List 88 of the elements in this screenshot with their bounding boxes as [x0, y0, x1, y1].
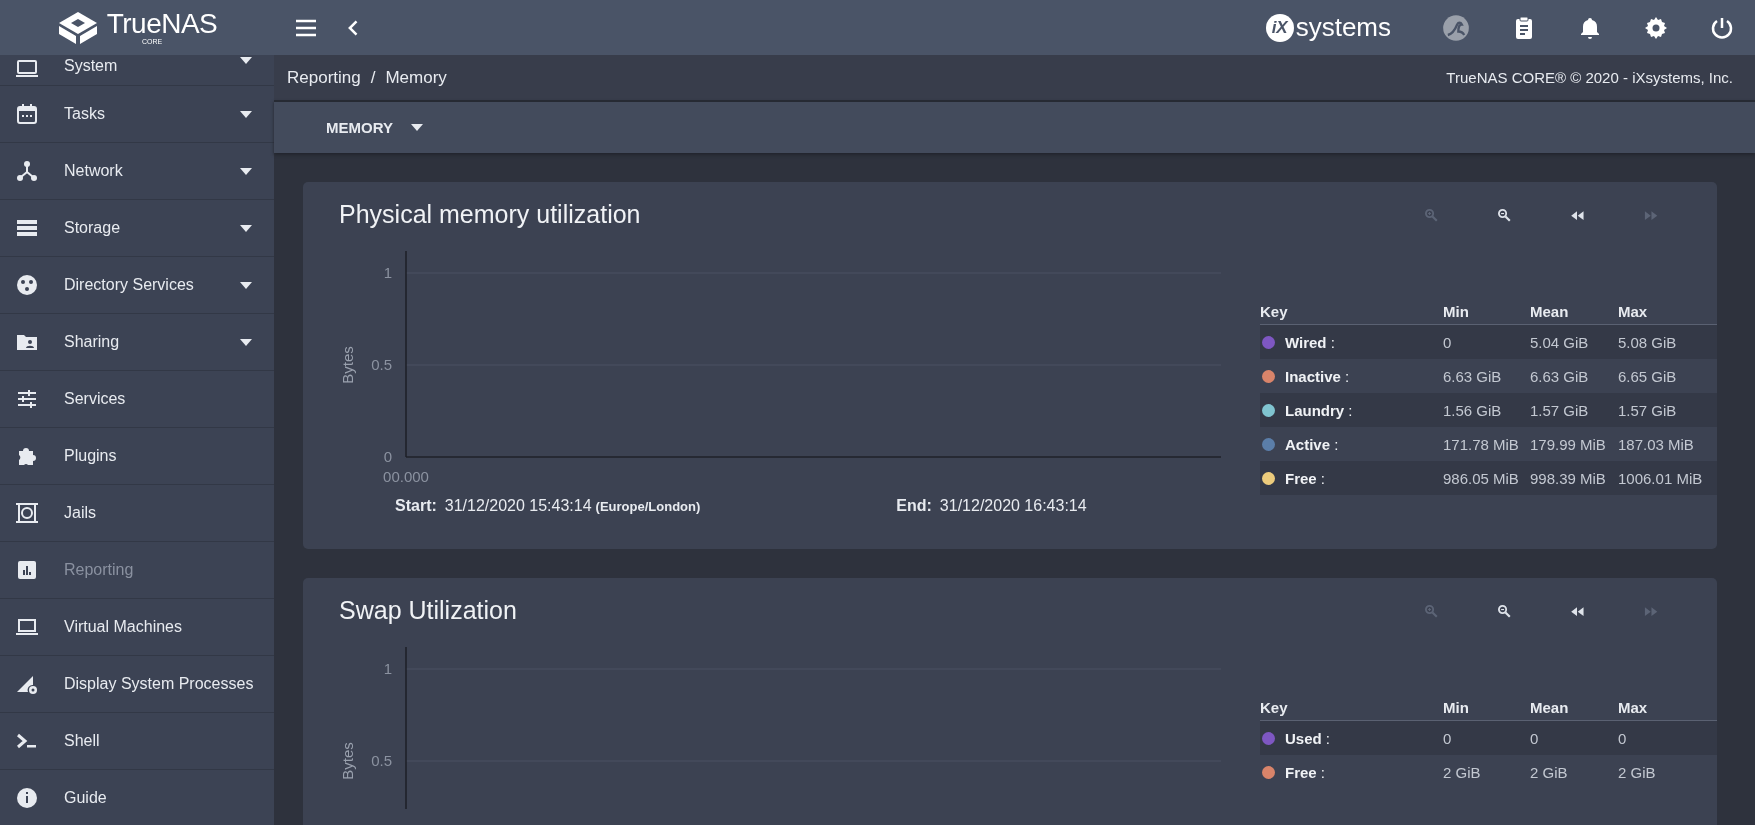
table-cell-text: 5.04 GiB	[1530, 333, 1590, 351]
table-cell-text: 6.63 GiB	[1443, 367, 1503, 385]
table-cell-text: 0	[1443, 333, 1453, 351]
network-icon	[15, 159, 39, 183]
sidebar-item[interactable]: Display System Processes	[0, 656, 274, 713]
magnifier-plus-icon	[1423, 206, 1439, 223]
column-header: Key	[1260, 303, 1289, 320]
breadcrumb-separator: /	[370, 67, 376, 88]
column-header: Max	[1618, 303, 1649, 320]
sidebar-item[interactable]: System	[0, 55, 274, 86]
table-cell-text: 2 GiB	[1530, 763, 1569, 781]
table-cell-text: 1.57 GiB	[1530, 401, 1590, 419]
tick-label: 0	[383, 448, 392, 465]
settings-icon	[1644, 15, 1668, 40]
series-name: Active :	[1285, 435, 1339, 453]
axis-title: Bytes	[339, 346, 356, 384]
sidebar-item[interactable]: Virtual Machines	[0, 599, 274, 656]
calendar-icon	[15, 102, 39, 126]
series-name: Used :	[1285, 729, 1331, 747]
table-cell-text: 0	[1530, 729, 1540, 747]
series-name: Free :	[1285, 469, 1326, 487]
end-label: End:	[896, 497, 932, 515]
bar-chart-icon	[15, 558, 39, 582]
sidebar-item[interactable]: Sharing	[0, 314, 274, 371]
jail-icon	[15, 501, 39, 525]
table-cell-text: 0	[1443, 729, 1453, 747]
sidebar-item[interactable]: Directory Services	[0, 257, 274, 314]
series-name: Wired :	[1285, 333, 1335, 351]
column-header: Min	[1443, 699, 1470, 716]
column-header: Max	[1618, 699, 1649, 716]
table-cell-text: 5.08 GiB	[1618, 333, 1678, 351]
vendor-logo: iX systems	[1265, 12, 1391, 43]
axis-title: Bytes	[339, 742, 356, 780]
series-name: Free :	[1285, 763, 1326, 781]
table-cell-text: 998.39 MiB	[1530, 469, 1607, 487]
card-title: Physical memory utilization	[339, 200, 642, 229]
swirl-circle-icon	[1442, 13, 1470, 42]
tick-label: 1	[383, 264, 392, 281]
tick-label: 00.000	[383, 468, 429, 483]
sidebar-item[interactable]: Storage	[0, 200, 274, 257]
table-cell-text: 179.99 MiB	[1530, 435, 1607, 453]
sliders-icon	[15, 387, 39, 411]
table-cell-text: 1006.01 MiB	[1618, 469, 1704, 487]
caret-icon	[410, 124, 423, 131]
breadcrumb-item[interactable]: Reporting	[287, 67, 361, 88]
sidebar-item[interactable]: Plugins	[0, 428, 274, 485]
sidebar-item[interactable]: Guide	[0, 770, 274, 825]
tick-label: 0.5	[371, 356, 392, 373]
table-cell-text: 1.57 GiB	[1618, 401, 1678, 419]
cube-logo-icon	[56, 10, 99, 45]
column-header: Min	[1443, 303, 1470, 320]
table-cell-text: 2 GiB	[1618, 763, 1657, 781]
table-cell-text: 6.63 GiB	[1530, 367, 1590, 385]
tick-label: 1	[383, 660, 392, 677]
series-name: Laundry :	[1285, 401, 1353, 419]
table-cell-text: 6.65 GiB	[1618, 367, 1678, 385]
brand-name: TrueNAS	[106, 10, 218, 38]
end-time: 31/12/2020 16:43:14	[939, 497, 1087, 515]
column-header: Key	[1260, 699, 1289, 716]
sidebar-item[interactable]: Tasks	[0, 86, 274, 143]
table-cell-text: 986.05 MiB	[1443, 469, 1520, 487]
series-name: Inactive :	[1285, 367, 1350, 385]
magnifier-minus-icon	[1496, 206, 1512, 223]
start-label: Start:	[395, 497, 437, 515]
sidebar-item[interactable]: Jails	[0, 485, 274, 542]
column-header: Mean	[1530, 699, 1570, 716]
report-dropdown[interactable]: MEMORY	[314, 111, 435, 144]
copyright-text: TrueNAS CORE® © 2020 - iXsystems, Inc.	[1446, 69, 1733, 86]
magnifier-plus-icon	[1423, 602, 1439, 619]
sidebar-item[interactable]: Services	[0, 371, 274, 428]
table-cell-text: 171.78 MiB	[1443, 435, 1520, 453]
timezone-text: (Europe/London)	[595, 499, 701, 514]
card-title: Swap Utilization	[339, 596, 518, 625]
start-time: 31/12/2020 15:43:14	[444, 497, 592, 515]
info-icon	[15, 786, 39, 810]
power-icon	[1710, 15, 1734, 40]
bell-icon	[1578, 15, 1602, 40]
breadcrumb-item: Memory	[385, 67, 447, 88]
table-cell-text: 2 GiB	[1443, 763, 1482, 781]
table-cell-text: 187.03 MiB	[1618, 435, 1695, 453]
column-header: Mean	[1530, 303, 1570, 320]
table-cell-text: 0	[1618, 729, 1628, 747]
tick-label: 0.5	[371, 752, 392, 769]
sidebar-item[interactable]: Shell	[0, 713, 274, 770]
sidebar-item[interactable]: Network	[0, 143, 274, 200]
table-cell-text: 1.56 GiB	[1443, 401, 1503, 419]
magnifier-minus-icon	[1496, 602, 1512, 619]
dotted-circle-icon	[15, 273, 39, 297]
